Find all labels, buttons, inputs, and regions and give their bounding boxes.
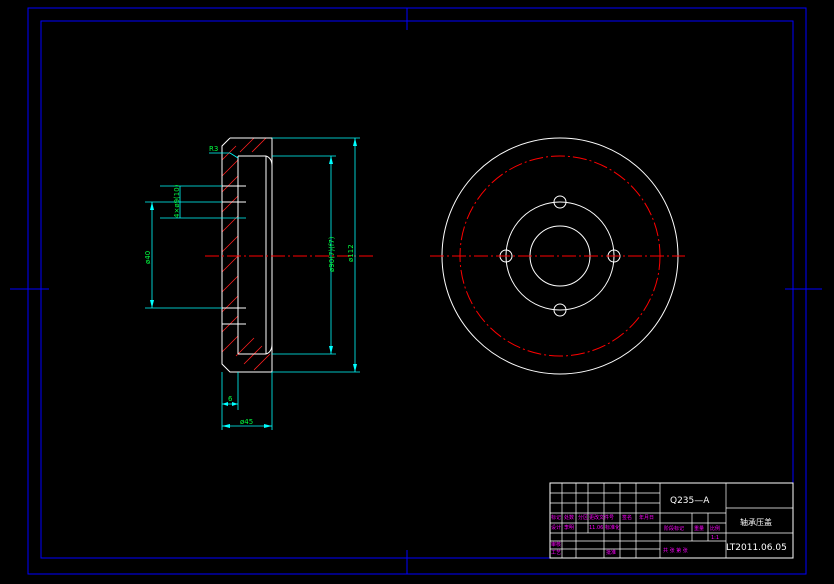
dimension-arrows [150, 138, 357, 428]
cad-drawing: R3 4×ø9(10) ø40 ø90(7)(f7) ø112 6 ø45 标记… [10, 7, 822, 575]
tb-scale: 比例 [710, 525, 720, 532]
tb-approve: 批准 [606, 549, 616, 556]
tb-date-value: 11.06 [589, 525, 603, 531]
inner-frame [40, 20, 794, 559]
tb-drawing-number: LT2011.06.05 [726, 543, 787, 553]
frame-center-marks [10, 8, 822, 574]
tb-zone: 分区 [578, 514, 588, 521]
tb-date: 年月日 [639, 514, 654, 521]
tb-part-name: 轴承压盖 [740, 517, 772, 527]
tb-process: 工艺 [551, 550, 561, 556]
tb-change-doc: 更改文件号 [589, 514, 614, 521]
tb-designer: 设计 [551, 524, 561, 531]
dim-d90: ø90(7)(f7) [328, 236, 336, 272]
dim-thickness: 6 [228, 395, 233, 403]
dim-d40: ø40 [144, 251, 152, 264]
tb-author: 李明 [564, 524, 574, 531]
tb-signature: 签名 [622, 514, 632, 521]
tb-weight: 重量 [694, 525, 704, 532]
tb-sheets: 共 张 第 张 [663, 547, 688, 554]
outer-frame [27, 7, 807, 575]
tb-mark: 标记 [551, 514, 561, 521]
tb-reviewer: 审核 [551, 541, 561, 548]
section-hatching [221, 137, 271, 371]
tb-scale-value: 1:1 [711, 535, 719, 541]
tb-count: 处数 [564, 514, 574, 521]
section-dimensions [145, 137, 360, 430]
tb-material: Q235—A [670, 496, 710, 506]
dim-r3: R3 [209, 145, 218, 153]
section-outline [221, 137, 273, 373]
title-block: 标记 处数 分区 更改文件号 签名 年月日 设计 李明 11.06 标准化 阶段… [549, 482, 794, 559]
dim-holes: 4×ø9(10) [173, 184, 181, 218]
dim-d112: ø112 [347, 244, 355, 262]
section-view: R3 4×ø9(10) ø40 ø90(7)(f7) ø112 6 ø45 [144, 137, 375, 430]
dim-length: ø45 [240, 418, 253, 426]
front-view [430, 137, 685, 375]
tb-standardization: 标准化 [605, 524, 620, 531]
tb-stage-mark: 阶段标记 [664, 525, 684, 532]
